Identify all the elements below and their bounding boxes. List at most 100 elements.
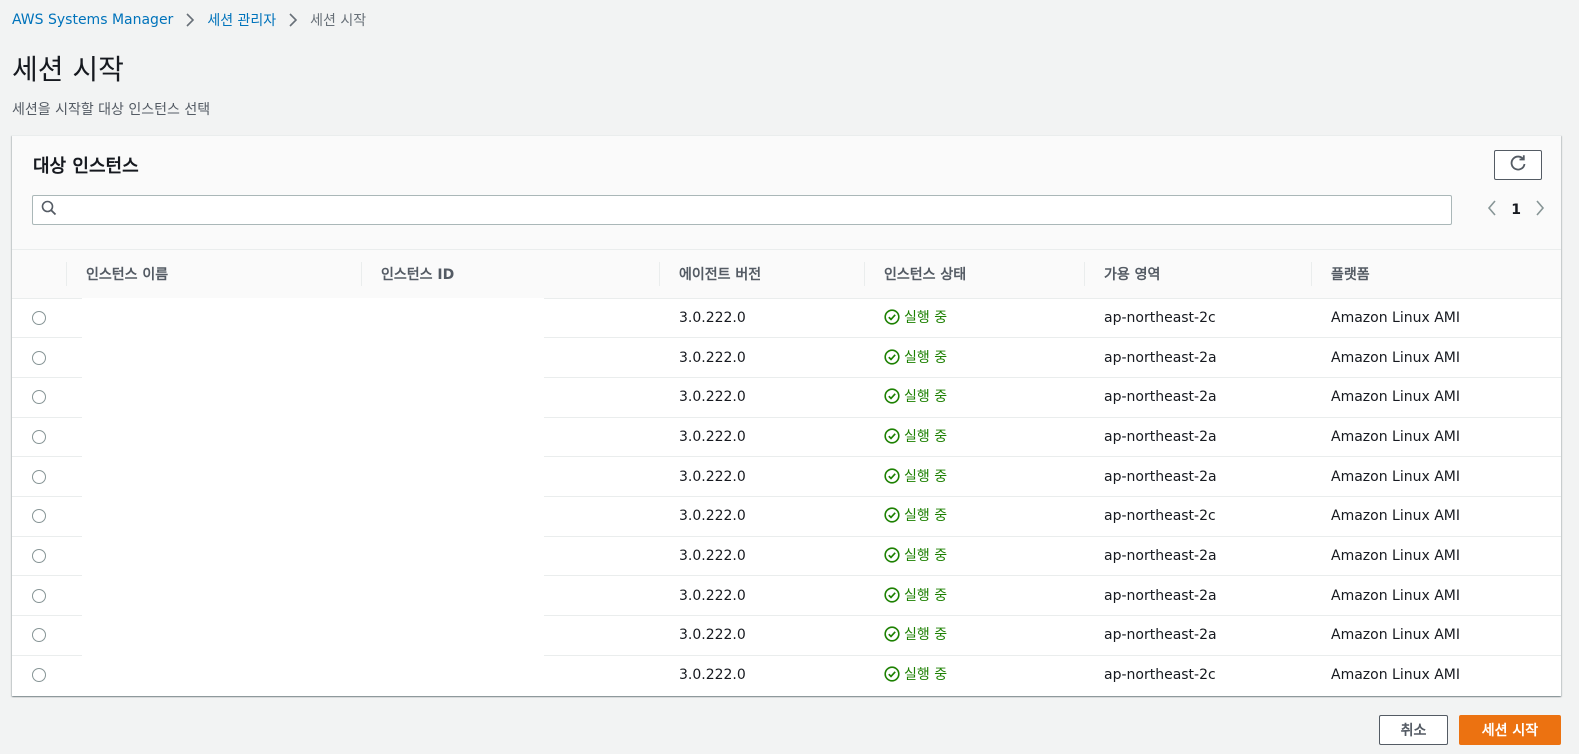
column-header-instance-id[interactable]: 인스턴스 ID <box>361 250 659 299</box>
check-circle-icon <box>884 309 900 325</box>
platform-cell: Amazon Linux AMI <box>1311 337 1561 378</box>
status-text: 실행 중 <box>904 667 948 684</box>
status-text: 실행 중 <box>904 468 948 485</box>
redacted-area <box>82 298 544 696</box>
page-number-button[interactable]: 1 <box>1511 202 1521 218</box>
search-input[interactable] <box>57 196 1451 224</box>
status-text: 실행 중 <box>904 627 948 644</box>
start-session-button[interactable]: 세션 시작 <box>1459 715 1561 745</box>
agent-version-cell: 3.0.222.0 <box>659 417 864 458</box>
status-badge: 실행 중 <box>884 585 947 605</box>
row-radio-button[interactable] <box>32 548 46 563</box>
status-badge: 실행 중 <box>884 466 947 486</box>
status-badge: 실행 중 <box>884 664 947 684</box>
agent-version-cell: 3.0.222.0 <box>659 377 864 418</box>
breadcrumb: AWS Systems Manager 세션 관리자 세션 시작 <box>12 9 366 31</box>
column-header-agent-version[interactable]: 에이전트 버전 <box>659 250 864 299</box>
platform-cell: Amazon Linux AMI <box>1311 575 1561 616</box>
breadcrumb-item-systems-manager[interactable]: AWS Systems Manager <box>12 12 173 28</box>
status-badge: 실행 중 <box>884 545 947 565</box>
chevron-right-icon <box>288 13 298 27</box>
availability-zone-cell: ap-northeast-2c <box>1084 496 1311 537</box>
instance-state-cell: 실행 중 <box>864 456 1084 497</box>
instance-state-cell: 실행 중 <box>864 337 1084 378</box>
agent-version-cell: 3.0.222.0 <box>659 536 864 577</box>
page-title: 세션 시작 <box>12 53 124 86</box>
instance-state-cell: 실행 중 <box>864 417 1084 458</box>
row-select-cell <box>12 377 66 418</box>
agent-version-cell: 3.0.222.0 <box>659 298 864 339</box>
status-badge: 실행 중 <box>884 624 947 644</box>
column-header-platform[interactable]: 플랫폼 <box>1311 250 1561 299</box>
check-circle-icon <box>884 626 900 642</box>
check-circle-icon <box>884 587 900 603</box>
platform-cell: Amazon Linux AMI <box>1311 417 1561 458</box>
panel-title: 대상 인스턴스 <box>33 156 139 177</box>
row-radio-button[interactable] <box>32 390 46 405</box>
platform-cell: Amazon Linux AMI <box>1331 667 1460 684</box>
status-text: 실행 중 <box>904 428 948 445</box>
next-page-button[interactable] <box>1535 200 1545 220</box>
search-icon <box>41 200 57 220</box>
previous-page-button[interactable] <box>1487 200 1497 220</box>
availability-zone-cell: ap-northeast-2a <box>1084 377 1311 418</box>
check-circle-icon <box>884 348 900 365</box>
status-text: 실행 중 <box>904 309 948 326</box>
row-select-cell <box>12 615 66 656</box>
platform-cell: Amazon Linux AMI <box>1311 536 1561 577</box>
row-select-cell <box>12 298 66 339</box>
availability-zone-cell: ap-northeast-2a <box>1084 337 1311 378</box>
availability-zone-cell: ap-northeast-2a <box>1084 575 1311 616</box>
instance-state-cell: 실행 중 <box>864 536 1084 577</box>
chevron-left-icon <box>1488 200 1496 216</box>
row-radio-button[interactable] <box>32 509 46 524</box>
row-radio-button[interactable] <box>32 668 46 683</box>
status-text: 실행 중 <box>904 508 948 525</box>
check-circle-icon <box>884 666 900 682</box>
platform-cell: Amazon Linux AMI <box>1311 298 1561 339</box>
row-select-cell <box>12 655 66 695</box>
instance-state-cell: 실행 중 <box>864 298 1084 339</box>
agent-version-cell: 3.0.222.0 <box>659 456 864 497</box>
availability-zone-cell: ap-northeast-2a <box>1084 456 1311 497</box>
row-radio-button[interactable] <box>32 429 46 444</box>
instance-state-cell: 실행 중 <box>864 655 1084 695</box>
status-badge: 실행 중 <box>884 347 947 367</box>
row-select-cell <box>12 496 66 537</box>
refresh-button[interactable] <box>1494 150 1542 180</box>
agent-version-cell: 3.0.222.0 <box>679 667 746 684</box>
breadcrumb-item-session-manager[interactable]: 세션 관리자 <box>207 10 276 30</box>
check-circle-icon <box>884 428 900 444</box>
chevron-right-icon <box>185 13 195 27</box>
instance-state-cell: 실행 중 <box>864 575 1084 616</box>
column-header-instance-name[interactable]: 인스턴스 이름 <box>66 250 361 299</box>
column-header-select <box>12 250 66 299</box>
agent-version-cell: 3.0.222.0 <box>659 575 864 616</box>
check-circle-icon <box>884 467 900 484</box>
status-badge: 실행 중 <box>884 307 947 327</box>
status-text: 실행 중 <box>904 389 948 406</box>
refresh-icon <box>1509 154 1527 176</box>
platform-cell: Amazon Linux AMI <box>1311 377 1561 418</box>
search-field <box>32 195 1452 225</box>
row-radio-button[interactable] <box>32 310 46 325</box>
check-circle-icon <box>884 547 900 563</box>
column-header-availability-zone[interactable]: 가용 영역 <box>1084 250 1311 299</box>
column-header-instance-state[interactable]: 인스턴스 상태 <box>864 250 1084 299</box>
platform-cell: Amazon Linux AMI <box>1311 456 1561 497</box>
panel-header: 대상 인스턴스 1 <box>12 136 1561 250</box>
platform-cell: Amazon Linux AMI <box>1311 615 1561 656</box>
status-badge: 실행 중 <box>884 386 947 406</box>
footer-actions: 취소 세션 시작 <box>1379 715 1561 745</box>
agent-version-cell: 3.0.222.0 <box>659 337 864 378</box>
row-radio-button[interactable] <box>32 350 46 365</box>
row-select-cell <box>12 417 66 458</box>
table-header-row: 인스턴스 이름 인스턴스 ID 에이전트 버전 인스턴스 상태 가용 영역 플랫… <box>12 250 1561 299</box>
row-radio-button[interactable] <box>32 469 46 484</box>
platform-cell: Amazon Linux AMI <box>1311 496 1561 537</box>
cancel-button[interactable]: 취소 <box>1379 715 1448 745</box>
row-radio-button[interactable] <box>32 628 46 643</box>
chevron-right-icon <box>1536 200 1545 216</box>
status-text: 실행 중 <box>904 587 948 604</box>
row-radio-button[interactable] <box>32 588 46 603</box>
